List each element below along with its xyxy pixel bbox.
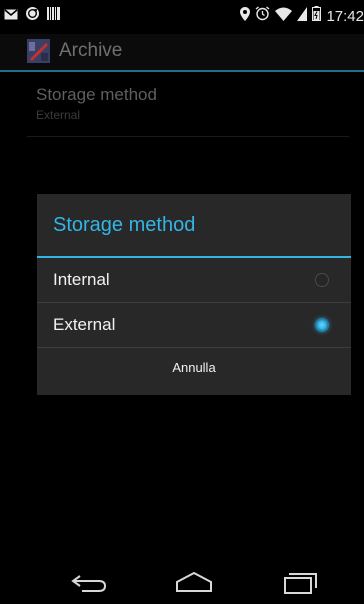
preference-divider bbox=[27, 136, 349, 137]
navigation-bar bbox=[0, 562, 364, 604]
recents-icon[interactable] bbox=[276, 570, 322, 596]
status-time: 17:42 bbox=[326, 7, 364, 25]
gmail-icon bbox=[4, 7, 18, 25]
app-title: Archive bbox=[59, 40, 123, 61]
action-bar: Archive bbox=[0, 34, 364, 70]
preference-summary: External bbox=[36, 108, 81, 122]
option-external[interactable]: External bbox=[37, 303, 351, 347]
status-bar: 17:42 bbox=[0, 0, 364, 34]
radio-unchecked-icon[interactable] bbox=[315, 273, 329, 287]
dialog-title: Storage method bbox=[53, 214, 196, 236]
status-notifications bbox=[4, 6, 60, 26]
location-icon bbox=[240, 6, 251, 26]
screen: 17:42 Archive Storage method External St… bbox=[0, 0, 364, 604]
sync-icon bbox=[25, 6, 40, 26]
radio-checked-icon[interactable] bbox=[315, 318, 329, 332]
alarm-icon bbox=[255, 6, 270, 26]
preference-title: Storage method bbox=[36, 85, 157, 104]
action-bar-divider bbox=[0, 70, 364, 72]
storage-method-dialog: Storage method Internal External Annulla bbox=[37, 194, 351, 395]
battery-icon bbox=[312, 6, 322, 26]
wifi-icon bbox=[275, 7, 293, 26]
barcode-icon bbox=[47, 7, 60, 25]
back-icon[interactable] bbox=[66, 570, 112, 596]
cancel-button[interactable]: Annulla bbox=[37, 348, 351, 395]
option-internal[interactable]: Internal bbox=[37, 258, 351, 302]
preference-storage-method[interactable]: Storage method External bbox=[27, 76, 349, 136]
signal-icon bbox=[297, 6, 308, 26]
status-system: 17:42 bbox=[240, 6, 364, 26]
option-external-label: External bbox=[53, 315, 116, 334]
option-internal-label: Internal bbox=[53, 270, 110, 289]
app-logo-icon[interactable] bbox=[27, 39, 50, 63]
home-icon[interactable] bbox=[171, 570, 217, 596]
